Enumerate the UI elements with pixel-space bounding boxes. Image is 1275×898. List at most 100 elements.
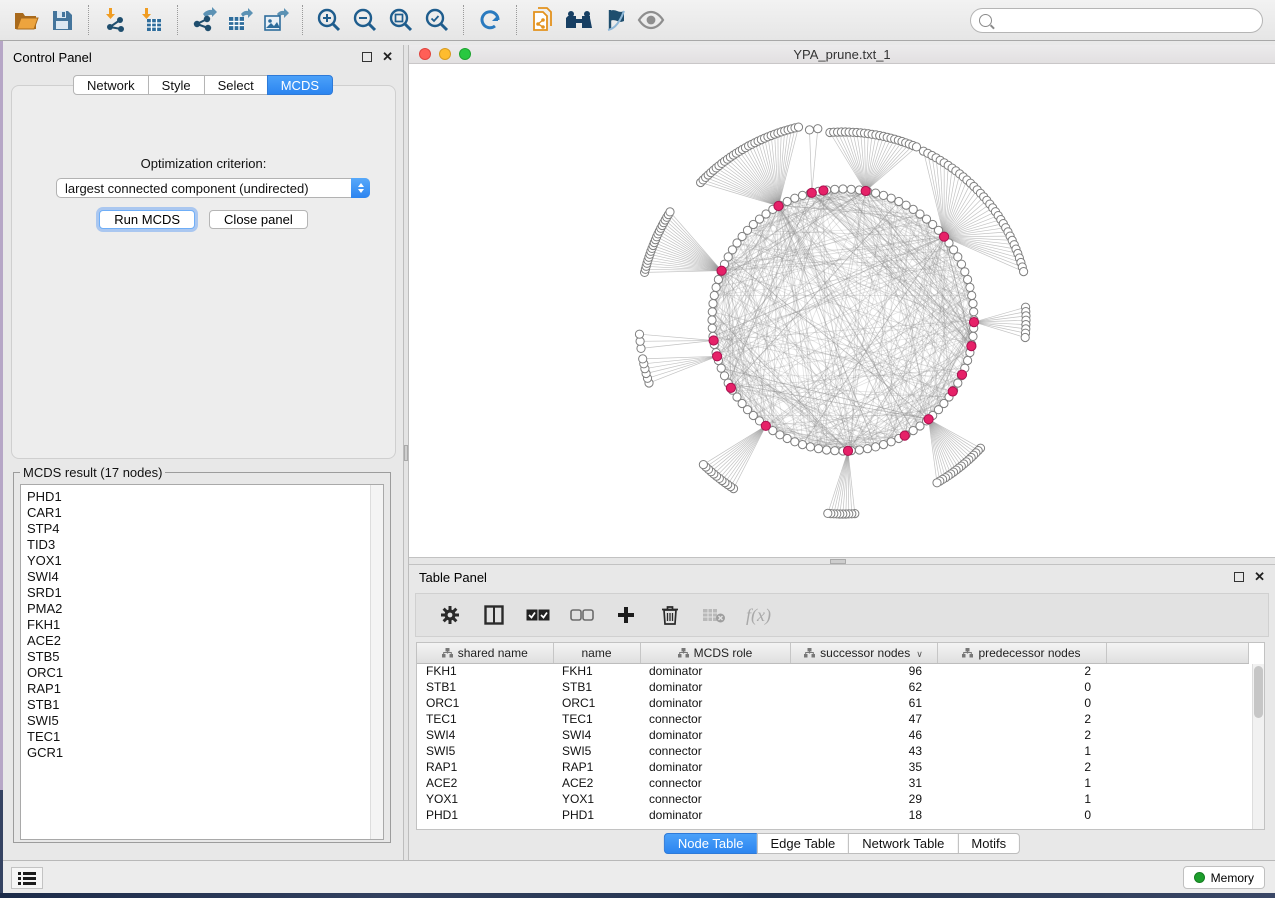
mcds-node[interactable] — [807, 188, 816, 197]
import-table-button[interactable] — [136, 5, 166, 35]
horizontal-splitter[interactable] — [409, 557, 1275, 565]
export-network-button[interactable] — [189, 5, 219, 35]
mcds-result-item[interactable]: STB5 — [27, 649, 383, 665]
column-header-name[interactable]: name — [553, 643, 640, 663]
network-node[interactable] — [708, 316, 716, 324]
zoom-out-button[interactable] — [350, 5, 380, 35]
float-panel-icon[interactable] — [1234, 572, 1244, 582]
tab-network-table[interactable]: Network Table — [848, 833, 958, 854]
mcds-node[interactable] — [819, 186, 828, 195]
mcds-node[interactable] — [940, 232, 949, 241]
mcds-node[interactable] — [717, 266, 726, 275]
save-session-button[interactable] — [47, 5, 77, 35]
network-node[interactable] — [847, 185, 855, 193]
delete-column-button[interactable] — [658, 603, 682, 627]
tab-mcds[interactable]: MCDS — [267, 75, 333, 95]
toggle-graphics-details-button[interactable] — [600, 5, 630, 35]
table-options-button[interactable] — [438, 603, 462, 627]
network-node[interactable] — [823, 446, 831, 454]
leaf-node[interactable] — [635, 330, 643, 338]
network-node[interactable] — [855, 446, 863, 454]
mcds-node[interactable] — [924, 415, 933, 424]
network-node[interactable] — [798, 441, 806, 449]
mcds-result-item[interactable]: FKH1 — [27, 617, 383, 633]
network-node[interactable] — [798, 191, 806, 199]
network-node[interactable] — [717, 364, 725, 372]
network-node[interactable] — [887, 194, 895, 202]
optimization-criterion-dropdown[interactable]: largest connected component (undirected) — [56, 178, 370, 198]
network-node[interactable] — [783, 197, 791, 205]
zoom-in-button[interactable] — [314, 5, 344, 35]
leaf-node[interactable] — [794, 123, 802, 131]
mcds-result-item[interactable]: GCR1 — [27, 745, 383, 761]
network-node[interactable] — [968, 291, 976, 299]
task-history-button[interactable] — [11, 867, 43, 889]
mcds-result-item[interactable]: PHD1 — [27, 489, 383, 505]
mcds-node[interactable] — [900, 431, 909, 440]
table-row[interactable]: ACE2ACE2connector311 — [417, 775, 1248, 791]
table-row[interactable]: ORC1ORC1dominator610 — [417, 695, 1248, 711]
network-node[interactable] — [969, 300, 977, 308]
tab-network[interactable]: Network — [73, 75, 149, 95]
mcds-node[interactable] — [957, 370, 966, 379]
search-input[interactable] — [992, 11, 1262, 31]
search-box[interactable] — [970, 8, 1263, 33]
mcds-node[interactable] — [948, 387, 957, 396]
mcds-node[interactable] — [713, 352, 722, 361]
binoculars-search-button[interactable] — [564, 5, 594, 35]
export-table-button[interactable] — [225, 5, 255, 35]
run-mcds-button[interactable]: Run MCDS — [99, 210, 195, 229]
column-header-predecessor-nodes[interactable]: predecessor nodes — [937, 643, 1106, 663]
splitter-handle[interactable] — [830, 559, 846, 564]
network-node[interactable] — [957, 260, 965, 268]
mcds-list-scrollbar[interactable] — [370, 485, 383, 839]
mcds-result-item[interactable]: TID3 — [27, 537, 383, 553]
network-node[interactable] — [714, 275, 722, 283]
mcds-node[interactable] — [726, 383, 735, 392]
mcds-result-item[interactable]: SWI4 — [27, 569, 383, 585]
mcds-result-item[interactable]: SWI5 — [27, 713, 383, 729]
network-node[interactable] — [970, 308, 978, 316]
table-row[interactable]: SWI4SWI4dominator462 — [417, 727, 1248, 743]
leaf-node[interactable] — [699, 461, 707, 469]
leaf-node[interactable] — [1020, 268, 1028, 276]
network-node[interactable] — [872, 189, 880, 197]
network-node[interactable] — [872, 443, 880, 451]
tab-select[interactable]: Select — [204, 75, 268, 95]
mcds-result-item[interactable]: CAR1 — [27, 505, 383, 521]
network-canvas[interactable] — [409, 64, 1275, 557]
column-header-shared-name[interactable]: shared name — [417, 643, 553, 663]
network-node[interactable] — [966, 283, 974, 291]
table-row[interactable]: RAP1RAP1dominator352 — [417, 759, 1248, 775]
column-header-successor-nodes[interactable]: successor nodes∨ — [790, 643, 937, 663]
tab-node-table[interactable]: Node Table — [664, 833, 758, 854]
network-node[interactable] — [708, 308, 716, 316]
network-node[interactable] — [839, 185, 847, 193]
network-node[interactable] — [887, 438, 895, 446]
leaf-node[interactable] — [639, 355, 647, 363]
eye-preview-button[interactable] — [636, 5, 666, 35]
mcds-result-item[interactable]: SRD1 — [27, 585, 383, 601]
table-row[interactable]: STB1STB1dominator620 — [417, 679, 1248, 695]
network-node[interactable] — [710, 291, 718, 299]
import-network-button[interactable] — [100, 5, 130, 35]
leaf-node[interactable] — [805, 126, 813, 134]
leaf-node[interactable] — [824, 509, 832, 517]
network-node[interactable] — [964, 356, 972, 364]
open-session-button[interactable] — [11, 5, 41, 35]
network-node[interactable] — [708, 324, 716, 332]
mcds-node[interactable] — [969, 318, 978, 327]
tab-style[interactable]: Style — [148, 75, 205, 95]
network-node[interactable] — [879, 191, 887, 199]
mcds-node[interactable] — [761, 421, 770, 430]
table-row[interactable]: FKH1FKH1dominator962 — [417, 663, 1248, 679]
scrollbar-thumb[interactable] — [1254, 666, 1263, 718]
export-image-button[interactable] — [261, 5, 291, 35]
mcds-result-item[interactable]: ORC1 — [27, 665, 383, 681]
network-node[interactable] — [791, 438, 799, 446]
table-row[interactable]: SWI5SWI5connector431 — [417, 743, 1248, 759]
tab-edge-table[interactable]: Edge Table — [756, 833, 849, 854]
mcds-result-listbox[interactable]: PHD1CAR1STP4TID3YOX1SWI4SRD1PMA2FKH1ACE2… — [20, 484, 384, 840]
mcds-result-item[interactable]: PMA2 — [27, 601, 383, 617]
network-node[interactable] — [791, 194, 799, 202]
